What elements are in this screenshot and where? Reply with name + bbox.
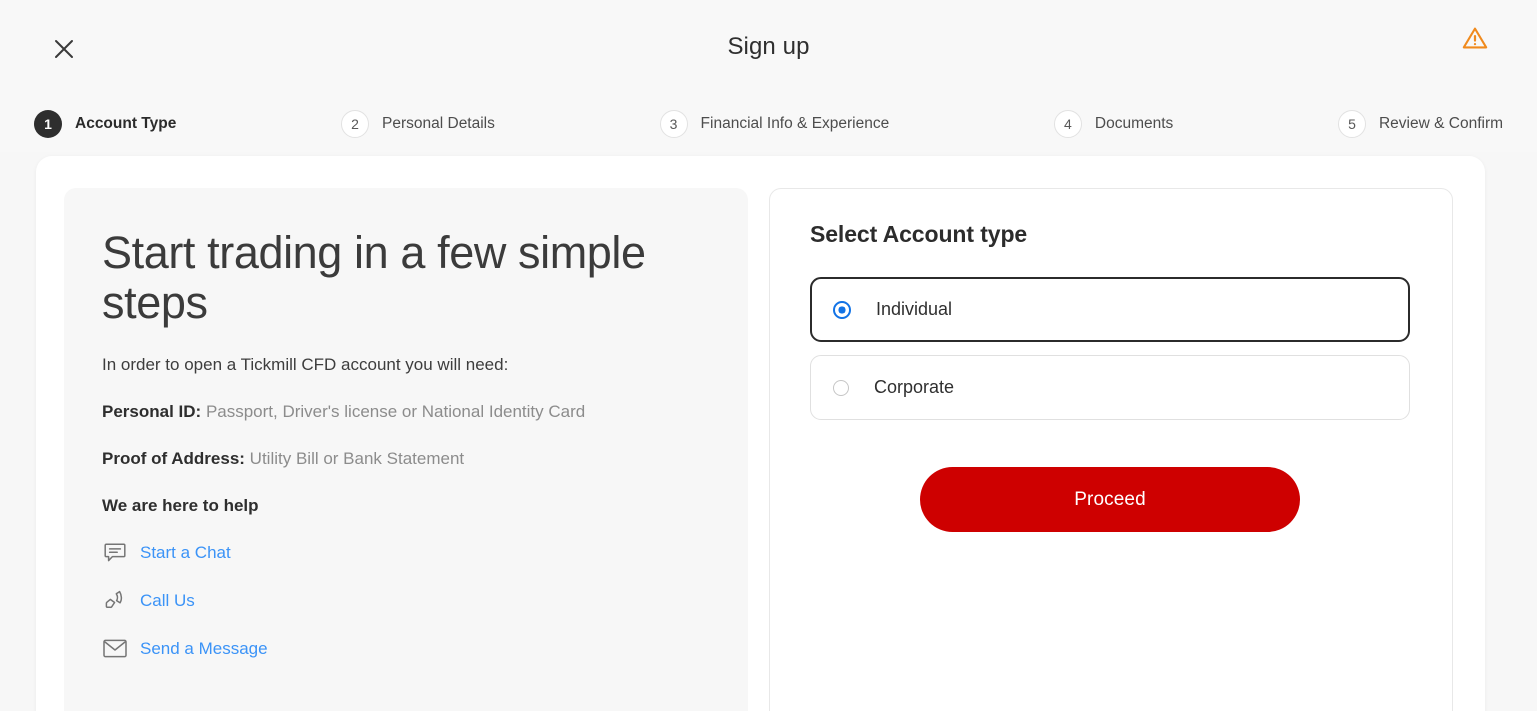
requirement-value: Utility Bill or Bank Statement: [249, 448, 465, 468]
option-label: Individual: [876, 299, 953, 319]
call-us-link[interactable]: Call Us: [102, 588, 710, 614]
requirement-key: Proof of Address:: [102, 448, 245, 468]
step-label: Account Type: [75, 115, 177, 132]
help-link-label: Send a Message: [140, 638, 268, 658]
requirement-key: Personal ID:: [102, 401, 202, 421]
proceed-button[interactable]: Proceed: [920, 467, 1300, 532]
help-link-label: Start a Chat: [140, 542, 231, 562]
chat-bubble-icon: [102, 540, 128, 566]
select-account-type-panel: Select Account type Individual Corporate…: [769, 188, 1453, 711]
step-number: 4: [1053, 110, 1082, 138]
option-label: Corporate: [874, 377, 955, 397]
step-label: Review & Confirm: [1378, 115, 1504, 132]
step-number: 1: [34, 110, 62, 138]
radio-corporate[interactable]: [833, 379, 849, 396]
info-panel: Start trading in a few simple steps In o…: [64, 188, 748, 711]
modal-header: Sign up: [0, 0, 1537, 96]
account-type-option-individual[interactable]: Individual: [810, 277, 1410, 342]
signup-card: Start trading in a few simple steps In o…: [36, 156, 1485, 711]
step-label: Personal Details: [382, 115, 495, 132]
phone-icon: [102, 588, 128, 614]
envelope-icon: [102, 636, 128, 662]
requirement-personal-id: Personal ID: Passport, Driver's license …: [102, 402, 710, 422]
step-number: 2: [341, 110, 370, 138]
send-a-message-link[interactable]: Send a Message: [102, 636, 710, 662]
step-review-confirm[interactable]: 5 Review & Confirm: [1337, 110, 1504, 138]
step-account-type[interactable]: 1 Account Type: [34, 110, 176, 138]
stepper: 1 Account Type 2 Personal Details 3 Fina…: [0, 96, 1537, 152]
warning-triangle-icon[interactable]: [1461, 24, 1489, 52]
start-a-chat-link[interactable]: Start a Chat: [102, 540, 710, 566]
requirement-value: Passport, Driver's license or National I…: [205, 401, 586, 421]
page-title: Sign up: [727, 33, 810, 60]
account-type-option-corporate[interactable]: Corporate: [810, 355, 1410, 420]
help-link-label: Call Us: [140, 590, 195, 610]
signup-modal: Sign up 1 Account Type 2 Personal Detail…: [0, 0, 1537, 711]
step-label: Documents: [1094, 115, 1174, 132]
step-documents[interactable]: 4 Documents: [1053, 110, 1174, 138]
info-title: Start trading in a few simple steps: [102, 227, 646, 329]
proceed-button-row: Proceed: [810, 467, 1410, 532]
radio-individual[interactable]: [833, 300, 851, 319]
step-personal-details[interactable]: 2 Personal Details: [341, 110, 495, 138]
help-title: We are here to help: [102, 495, 259, 515]
requirement-proof-of-address: Proof of Address: Utility Bill or Bank S…: [102, 449, 710, 469]
step-financial-info[interactable]: 3 Financial Info & Experience: [659, 110, 890, 138]
info-lead: In order to open a Tickmill CFD account …: [102, 354, 509, 374]
select-account-type-title: Select Account type: [810, 221, 1028, 247]
step-label: Financial Info & Experience: [700, 115, 890, 132]
step-number: 5: [1337, 110, 1366, 138]
step-number: 3: [659, 110, 688, 138]
